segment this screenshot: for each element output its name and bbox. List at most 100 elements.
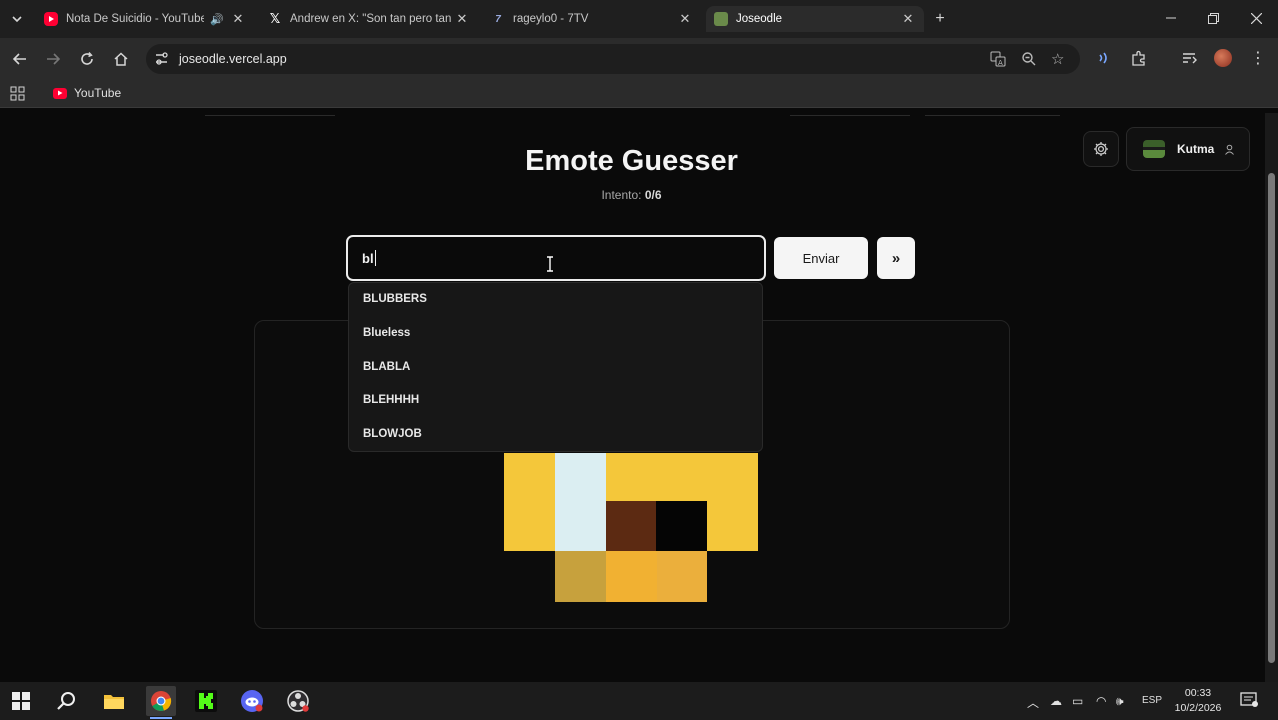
7tv-icon: 7 xyxy=(495,13,501,25)
start-button[interactable] xyxy=(8,688,34,714)
bookmark-youtube[interactable]: YouTube xyxy=(53,86,121,100)
obs-taskbar-button[interactable] xyxy=(285,688,311,714)
arrow-left-icon xyxy=(13,53,26,65)
emote-pixel xyxy=(606,501,656,551)
minimize-icon xyxy=(1166,17,1176,19)
suggestions-dropdown: BLUBBERS Blueless BLABLA BLEHHHH BLOWJOB xyxy=(348,282,763,452)
cast-icon[interactable] xyxy=(1181,50,1197,71)
forward-button[interactable] xyxy=(42,48,64,70)
attempt-label: Intento: xyxy=(601,188,642,202)
folder-icon xyxy=(104,695,124,709)
chrome-taskbar-button[interactable] xyxy=(146,686,176,716)
zoom-icon[interactable] xyxy=(1021,51,1037,72)
browser-menu-icon[interactable]: ⋮ xyxy=(1250,48,1266,68)
skip-button[interactable]: » xyxy=(877,237,915,279)
emote-pixel xyxy=(606,551,657,602)
clock[interactable]: 00:33 10/2/2026 xyxy=(1170,686,1226,716)
page-scrollbar[interactable] xyxy=(1265,113,1278,682)
file-explorer-button[interactable] xyxy=(101,688,127,714)
tab-title: Nota De Suicidio - YouTube xyxy=(66,13,205,25)
scrollbar-thumb[interactable] xyxy=(1268,173,1275,663)
header-divider xyxy=(790,115,910,116)
home-button[interactable] xyxy=(110,48,132,70)
tab-youtube[interactable]: Nota De Suicidio - YouTube 🔊 ✕ xyxy=(36,6,254,32)
volume-icon[interactable]: 🕪 xyxy=(1116,694,1124,709)
new-tab-button[interactable]: + xyxy=(930,9,950,29)
kick-icon xyxy=(195,690,217,712)
tab-title: Joseodle xyxy=(736,13,783,25)
tab-title: rageylo0 - 7TV xyxy=(513,13,589,25)
windows-icon xyxy=(12,692,30,710)
tab-7tv[interactable]: 7 rageylo0 - 7TV ✕ xyxy=(483,6,701,32)
extensions-icon[interactable] xyxy=(1131,50,1147,71)
submit-guess-button[interactable]: Enviar xyxy=(774,237,868,279)
close-tab-icon[interactable]: ✕ xyxy=(677,11,693,27)
media-control-icon[interactable] xyxy=(1097,50,1113,71)
arrow-right-icon xyxy=(47,53,60,65)
speaker-icon: 🔊 xyxy=(210,13,224,26)
close-icon xyxy=(1250,12,1262,24)
web-page: Kutma Emote Guesser Intento: 0/6 Enviar … xyxy=(0,113,1265,682)
close-tab-icon[interactable]: ✕ xyxy=(900,11,916,27)
close-window-button[interactable] xyxy=(1245,8,1267,28)
kick-taskbar-button[interactable] xyxy=(193,688,219,714)
back-button[interactable] xyxy=(9,48,31,70)
emote-pixel xyxy=(657,551,707,602)
tab-x[interactable]: 𝕏 Andrew en X: "Son tan pero tan ✕ xyxy=(260,6,478,32)
site-info-icon[interactable] xyxy=(154,51,169,71)
tab-title: Andrew en X: "Son tan pero tan xyxy=(290,13,452,25)
youtube-icon xyxy=(53,87,67,99)
search-button[interactable] xyxy=(54,688,80,714)
youtube-icon xyxy=(44,12,58,26)
tab-search-button[interactable] xyxy=(8,10,26,28)
emote-pixel xyxy=(555,551,606,602)
suggestion-item[interactable]: BLUBBERS xyxy=(363,293,427,305)
obs-icon xyxy=(287,690,309,712)
show-hidden-icons[interactable]: ︿ xyxy=(1027,694,1039,711)
battery-icon[interactable]: ▭ xyxy=(1072,694,1083,708)
profile-avatar[interactable] xyxy=(1214,49,1232,67)
text-caret xyxy=(375,250,376,266)
chrome-icon xyxy=(151,691,172,711)
home-icon xyxy=(114,52,128,66)
apps-grid-icon[interactable] xyxy=(10,86,25,106)
discord-taskbar-button[interactable] xyxy=(239,688,265,714)
emote-pixel xyxy=(504,453,555,551)
emote-pixel xyxy=(555,453,606,551)
suggestion-item[interactable]: BLABLA xyxy=(363,361,410,373)
suggestion-item[interactable]: BLOWJOB xyxy=(363,428,422,440)
bookmarks-bar: YouTube xyxy=(0,80,1278,108)
clock-time: 00:33 xyxy=(1184,687,1212,699)
reload-button[interactable] xyxy=(76,48,98,70)
x-icon: 𝕏 xyxy=(269,11,281,26)
suggestion-item[interactable]: Blueless xyxy=(363,327,410,339)
minimize-button[interactable] xyxy=(1160,8,1182,28)
translate-icon[interactable]: A xyxy=(990,51,1006,72)
guess-input-wrapper xyxy=(346,235,766,281)
tab-joseodle[interactable]: Joseodle ✕ xyxy=(706,6,924,32)
close-tab-icon[interactable]: ✕ xyxy=(230,11,246,27)
suggestion-item[interactable]: BLEHHHH xyxy=(363,394,419,406)
onedrive-icon[interactable]: ☁ xyxy=(1050,694,1062,708)
wifi-icon[interactable]: ◠ xyxy=(1096,694,1106,708)
header-divider xyxy=(205,115,335,116)
page-title: Emote Guesser xyxy=(525,145,738,177)
active-app-indicator xyxy=(150,717,172,719)
bookmark-star-icon[interactable]: ☆ xyxy=(1051,50,1064,68)
address-bar[interactable]: joseodle.vercel.app A ☆ xyxy=(146,44,1080,74)
language-indicator[interactable]: ESP xyxy=(1142,695,1162,706)
notification-icon xyxy=(1240,692,1258,707)
attempt-counter: Intento: 0/6 xyxy=(0,188,1263,202)
header-divider xyxy=(925,115,1060,116)
close-tab-icon[interactable]: ✕ xyxy=(454,11,470,27)
attempt-value: 0/6 xyxy=(644,188,662,202)
emote-pixel xyxy=(707,501,758,551)
notifications-button[interactable] xyxy=(1240,692,1258,713)
restore-button[interactable] xyxy=(1202,8,1224,28)
url-text: joseodle.vercel.app xyxy=(179,52,287,66)
text-cursor-icon xyxy=(547,256,553,272)
emote-pixel xyxy=(606,453,758,501)
joseodle-icon xyxy=(714,12,728,26)
browser-toolbar: joseodle.vercel.app A ☆ ⋮ xyxy=(0,38,1278,80)
restore-icon xyxy=(1207,12,1219,24)
